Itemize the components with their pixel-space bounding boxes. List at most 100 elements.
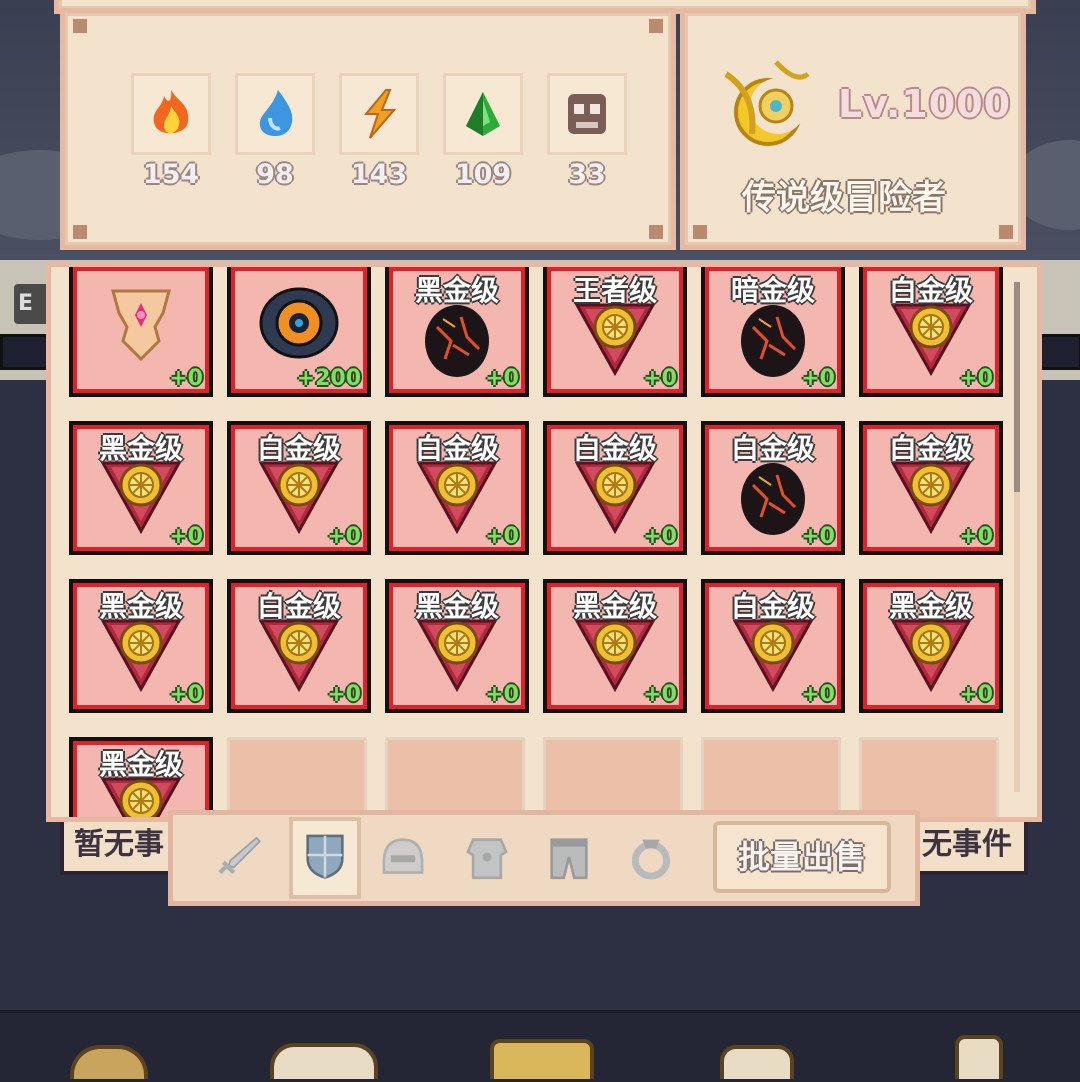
bulk-sell-button[interactable]: 批量出售	[713, 821, 891, 893]
side-event-right: 无事件	[910, 815, 1028, 875]
dark-eye-shield-icon	[259, 283, 339, 363]
triangle-gold-shield-icon	[100, 613, 182, 693]
inventory-slot[interactable]: 黑金级 +0	[859, 579, 1003, 713]
water-drop-icon	[248, 86, 302, 142]
inventory-slot[interactable]: +0	[69, 267, 213, 397]
inventory-scroll-thumb[interactable]	[1014, 282, 1020, 492]
bottom-nav-icon[interactable]	[720, 1045, 794, 1079]
inventory-slot[interactable]: 白金级 +0	[543, 421, 687, 555]
inventory-slot[interactable]: 黑金级 +0	[69, 579, 213, 713]
resource-count: 143	[350, 159, 408, 190]
green-crystal-icon	[456, 86, 510, 142]
item-enhance-level: +0	[801, 682, 835, 707]
item-enhance-level: +0	[643, 366, 677, 391]
inventory-slot[interactable]: 白金级 +0	[701, 579, 845, 713]
armor-icon	[461, 831, 513, 887]
item-grade-label: 白金级	[730, 432, 815, 465]
item-grade-label: 白金级	[730, 590, 815, 623]
sword-icon	[213, 831, 265, 887]
item-grade-label: 白金级	[256, 590, 341, 623]
item-grade-label: 王者级	[572, 274, 657, 307]
resource-slot	[547, 73, 627, 155]
item-grade-label: 黑金级	[414, 590, 499, 623]
lightning-icon	[352, 86, 406, 142]
item-grade-label: 黑金级	[572, 590, 657, 623]
resource-count: 109	[454, 159, 512, 190]
bottom-nav-icon[interactable]	[955, 1035, 1003, 1079]
inventory-slot[interactable]: 白金级 +0	[859, 267, 1003, 397]
triangle-gold-shield-icon	[574, 297, 656, 377]
item-enhance-level: +0	[643, 524, 677, 549]
skull-icon	[560, 86, 614, 142]
item-grade-label: 白金级	[888, 432, 973, 465]
tab-armor[interactable]	[455, 823, 519, 889]
inventory-slot[interactable]: 王者级 +0	[543, 267, 687, 397]
tab-ring[interactable]	[619, 823, 683, 889]
tab-weapon[interactable]	[207, 823, 271, 889]
gold-pink-armor-icon	[101, 283, 181, 363]
triangle-gold-shield-icon	[258, 455, 340, 535]
resource-slot	[339, 73, 419, 155]
resource-slot	[443, 73, 523, 155]
item-grade-label: 黑金级	[98, 748, 183, 781]
resource-slot	[131, 73, 211, 155]
player-title: 传说级冒险者	[742, 178, 946, 218]
inventory-slot[interactable]: 黑金级 +0	[69, 421, 213, 555]
triangle-gold-shield-icon	[574, 455, 656, 535]
ring-icon	[625, 831, 677, 887]
triangle-gold-shield-icon	[732, 613, 814, 693]
item-grade-label: 白金级	[888, 274, 973, 307]
item-grade-label: 黑金级	[414, 274, 499, 307]
tab-shield[interactable]	[289, 817, 361, 899]
bottom-nav-icon[interactable]	[490, 1039, 594, 1079]
item-enhance-level: +200	[296, 366, 361, 391]
item-enhance-level: +0	[169, 524, 203, 549]
inventory-slot[interactable]: 白金级 +0	[701, 421, 845, 555]
item-grade-label: 白金级	[414, 432, 499, 465]
black-lava-egg-icon	[733, 297, 813, 377]
inventory-slot[interactable]: 白金级 +0	[859, 421, 1003, 555]
player-level: Lv.1000	[838, 82, 1012, 126]
panel-corner	[999, 225, 1013, 239]
item-enhance-level: +0	[169, 682, 203, 707]
inventory-slot[interactable]: 暗金级 +0	[701, 267, 845, 397]
item-grade-label: 黑金级	[888, 590, 973, 623]
bottom-nav-icon[interactable]	[270, 1043, 378, 1079]
inventory-slot[interactable]: 白金级 +0	[227, 579, 371, 713]
tab-pants[interactable]	[537, 823, 601, 889]
inventory-slot[interactable]: 黑金级 +0	[385, 579, 529, 713]
resource-slot	[235, 73, 315, 155]
inventory-panel: +0 +200 黑金级 +0 王者级 +0 暗金级 +0 白金级 +0 黑金级 +0 白金级 +0 白金级 +…	[46, 262, 1042, 822]
item-enhance-level: +0	[959, 524, 993, 549]
panel-corner	[649, 225, 663, 239]
inventory-slot[interactable]: 白金级 +0	[227, 421, 371, 555]
panel-corner	[649, 19, 663, 33]
helmet-icon	[377, 831, 429, 887]
item-enhance-level: +0	[801, 366, 835, 391]
equipment-tab-bar: 批量出售	[168, 810, 920, 906]
inventory-slot[interactable]: +200	[227, 267, 371, 397]
item-enhance-level: +0	[485, 524, 519, 549]
inventory-slot[interactable]: 黑金级 +0	[385, 267, 529, 397]
shield-icon	[299, 829, 351, 885]
pants-icon	[543, 831, 595, 887]
triangle-gold-shield-icon	[258, 613, 340, 693]
panel-corner	[693, 225, 707, 239]
item-grade-label: 白金级	[256, 432, 341, 465]
resource-count: 98	[256, 159, 294, 190]
golden-moon-emblem-icon	[724, 60, 810, 146]
inventory-slot[interactable]: 黑金级 +0	[543, 579, 687, 713]
item-enhance-level: +0	[959, 682, 993, 707]
tab-helmet[interactable]	[371, 823, 435, 889]
inventory-slot[interactable]: 白金级 +0	[385, 421, 529, 555]
item-grade-label: 白金级	[572, 432, 657, 465]
item-grade-label: 暗金级	[730, 274, 815, 307]
item-grade-label: 黑金级	[98, 432, 183, 465]
triangle-gold-shield-icon	[416, 613, 498, 693]
triangle-gold-shield-icon	[890, 297, 972, 377]
item-enhance-level: +0	[801, 524, 835, 549]
panel-corner	[73, 225, 87, 239]
resource-count: 33	[568, 159, 606, 190]
item-enhance-level: +0	[169, 366, 203, 391]
item-enhance-level: +0	[485, 682, 519, 707]
